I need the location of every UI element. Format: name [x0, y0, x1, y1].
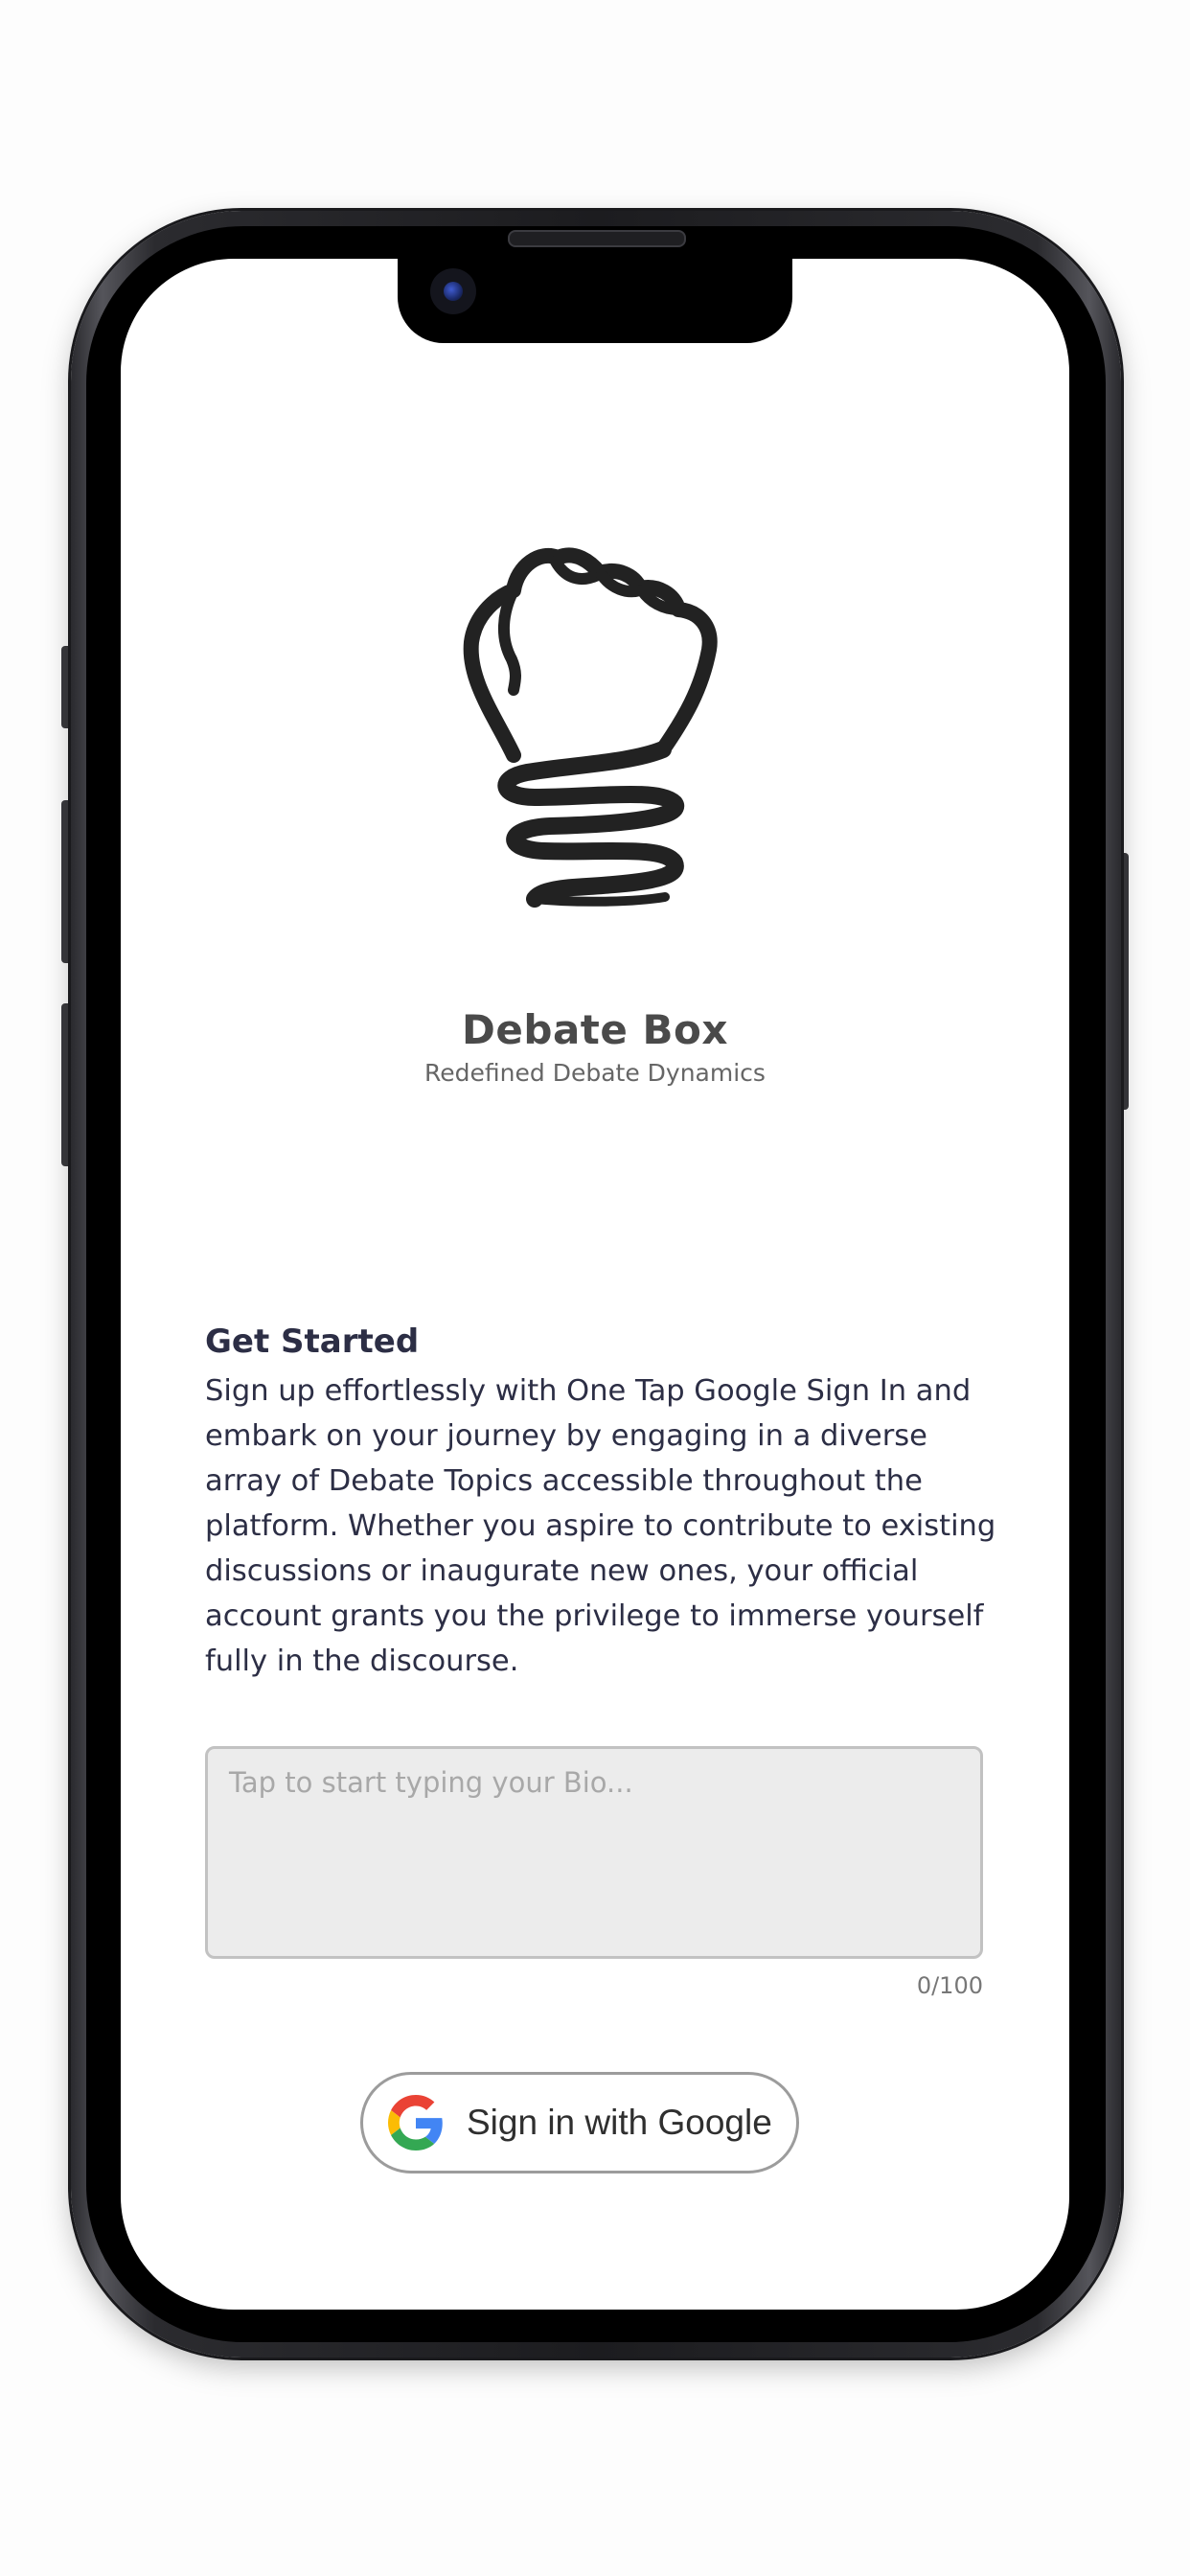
- front-camera-icon: [430, 268, 476, 314]
- fist-lightbulb-icon: [463, 547, 718, 908]
- earpiece-speaker: [508, 230, 686, 247]
- get-started-heading: Get Started: [205, 1322, 420, 1361]
- bio-char-counter: 0/100: [916, 1972, 983, 1999]
- bio-input[interactable]: [205, 1746, 983, 1959]
- app-tagline: Redefined Debate Dynamics: [424, 1059, 766, 1087]
- google-signin-button[interactable]: Sign in with Google: [360, 2072, 799, 2174]
- google-g-icon: [388, 2095, 443, 2150]
- app-screen: Debate Box Redefined Debate Dynamics Get…: [121, 259, 1069, 2310]
- google-signin-label: Sign in with Google: [467, 2103, 772, 2142]
- app-title: Debate Box: [462, 1006, 728, 1053]
- intro-description: Sign up effortlessly with One Tap Google…: [205, 1374, 996, 1678]
- device-mockup: Debate Box Redefined Debate Dynamics Get…: [0, 0, 1190, 2576]
